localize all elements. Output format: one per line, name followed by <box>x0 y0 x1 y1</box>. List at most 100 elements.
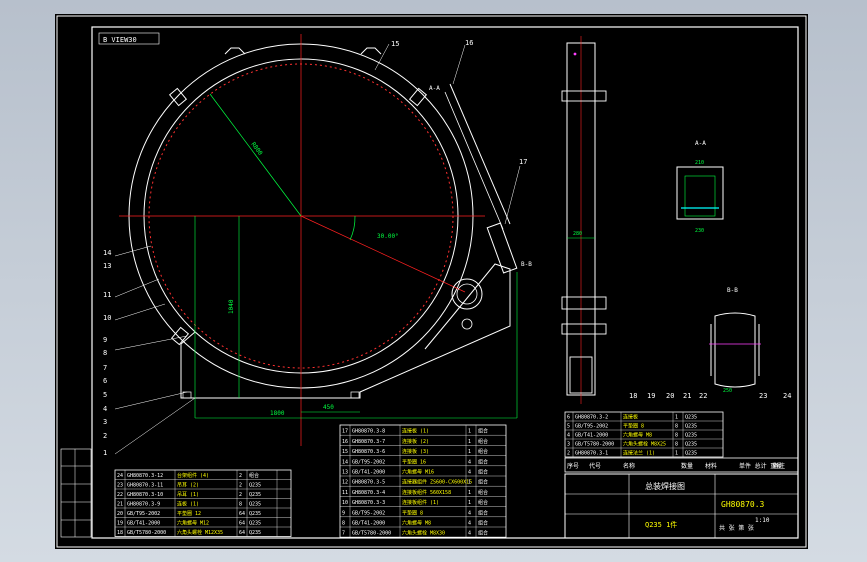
bom-mid-cell: GB/T5780-2000 <box>352 531 391 537</box>
bom-mid-cell: 13 <box>342 470 348 476</box>
bom-mid-cell: 组合 <box>478 489 488 496</box>
title-name: 总装焊接图 <box>645 481 685 491</box>
bom-right-cell: GH80870.3-2 <box>575 415 608 421</box>
bom-left-cell: 23 <box>117 483 123 489</box>
bom-mid-cell: 1 <box>468 439 471 445</box>
bom-right-header-cell: 代号 <box>589 462 601 470</box>
bom-left-cell: GB/T95-2002 <box>127 511 160 517</box>
balloon-8: 8 <box>103 349 107 357</box>
bom-right-cell: GH80870.3-1 <box>575 451 608 457</box>
bom-left-cell: GH80870.3-10 <box>127 492 163 498</box>
drawing-sheet[interactable]: B VIEW30 R800 30.00° 1040 1800 450 A-A B… <box>55 14 808 549</box>
bom-mid-cell: GB/T95-2002 <box>352 459 385 465</box>
bom-right-cell: 连接板 <box>623 414 638 421</box>
bom-mid-cell: 组合 <box>478 479 488 486</box>
bom-left-cell: 2 <box>239 473 242 479</box>
bom-left-cell: 64 <box>239 511 245 517</box>
bom-mid-cell: 连接板 (1) <box>402 428 429 435</box>
bom-right-cell: Q235 <box>685 442 697 448</box>
bom-mid-cell: 1 <box>468 449 471 455</box>
section-a-frame <box>676 166 724 220</box>
bom-mid-cell: GB/T41-2000 <box>352 521 385 527</box>
bom-mid-cell: 六角头螺栓 M8X30 <box>402 530 445 537</box>
balloon-21: 21 <box>683 392 691 400</box>
bom-mid-cell: 组合 <box>478 509 488 516</box>
cad-viewport[interactable]: B VIEW30 R800 30.00° 1040 1800 450 A-A B… <box>0 0 867 562</box>
bom-mid-cell: 连接板 (3) <box>402 448 429 455</box>
balloon-15: 15 <box>391 40 399 48</box>
bom-left-cell: GB/T41-2000 <box>127 521 160 527</box>
balloon-23: 23 <box>759 392 767 400</box>
bom-right-cell: Q235 <box>685 424 697 430</box>
section-a-dim-bottom: 230 <box>695 228 704 234</box>
bom-left-cell: GH80870.3-11 <box>127 483 163 489</box>
bom-mid-cell: 组合 <box>478 448 488 455</box>
leader-3 <box>114 391 188 410</box>
bom-mid-cell: 4 <box>468 459 471 465</box>
balloon-16: 16 <box>465 39 473 47</box>
outer-border <box>56 15 807 548</box>
bom-left-cell: 22 <box>117 492 123 498</box>
leader-15 <box>374 43 390 71</box>
bom-right-header-cell: 名称 <box>623 462 635 470</box>
bom-left-cell: 平垫圈 12 <box>177 510 201 517</box>
radius-dim: R800 <box>249 141 264 157</box>
bom-left-cell: Q235 <box>249 502 261 508</box>
section-mark-a: A-A <box>429 85 440 92</box>
bom-left-cell: 2 <box>239 483 242 489</box>
title-drawing-no: GH80870.3 <box>721 500 765 509</box>
side-dim: 280 <box>573 231 582 237</box>
bom-right-cell: 1 <box>675 415 678 421</box>
bom-left-cell: 64 <box>239 530 245 536</box>
left-stamp-frame <box>60 448 92 538</box>
bom-left-cell: 24 <box>117 473 123 479</box>
bom-mid-cell: 连接板 (2) <box>402 438 429 445</box>
angle-dim: 30.00° <box>377 233 399 240</box>
bom-mid-cell: 4 <box>468 521 471 527</box>
section-a-dim-top: 210 <box>695 160 704 166</box>
bom-left-cell: Q235 <box>249 483 261 489</box>
bom-mid-cell: GH80870.3-8 <box>352 429 385 435</box>
balloon-11: 11 <box>103 291 111 299</box>
leader-10 <box>114 303 166 321</box>
bom-left-cell: 六角头螺栓 M12X35 <box>177 529 223 536</box>
bom-mid-cell: 12 <box>342 480 348 486</box>
title-scale: 1:10 <box>755 517 770 524</box>
bom-left-cell: 组合 <box>249 472 259 479</box>
bom-mid-cell: 7 <box>342 531 345 537</box>
foot-right <box>350 391 360 399</box>
bom-left-cell: 18 <box>117 530 123 536</box>
balloon-22: 22 <box>699 392 707 400</box>
title-material: Q235 1件 <box>645 520 677 529</box>
lifting-lug-1 <box>224 47 246 55</box>
angle-arc <box>349 215 356 241</box>
bom-left-cell: 19 <box>117 521 123 527</box>
section-b-title: B-B <box>727 287 738 294</box>
outlet-flange <box>486 222 518 274</box>
tangent-housing <box>449 83 511 225</box>
bracket-2 <box>408 87 428 107</box>
bom-mid-cell: 组合 <box>478 469 488 476</box>
bom-left-cell: 六角螺母 M12 <box>177 520 209 527</box>
bottom-dim: 1800 <box>270 410 285 417</box>
bom-right-cell: 六角头螺栓 M8X25 <box>623 441 666 448</box>
bom-left-cell: 吊耳 (2) <box>177 483 199 489</box>
bom-mid-cell: 连接板组件 560X158 <box>402 489 451 496</box>
bom-mid-cell: 15 <box>342 449 348 455</box>
bom-left-cell: GB/T5780-2000 <box>127 530 166 536</box>
balloon-1: 1 <box>103 449 107 457</box>
bom-mid-cell: 17 <box>342 429 348 435</box>
bom-right-cell: GB/T5780-2000 <box>575 442 614 448</box>
leader-17 <box>504 165 521 225</box>
section-a-inner <box>684 175 716 217</box>
bom-right-cell: Q235 <box>685 451 697 457</box>
bom-right-header-cell: 备注 <box>773 462 785 470</box>
bom-left-cell: 8 <box>239 502 242 508</box>
lifting-lug-2 <box>360 47 382 55</box>
view-label: B VIEW30 <box>103 36 137 44</box>
bom-mid-cell: 连接板组件 (1) <box>402 499 439 506</box>
bom-mid-cell: 六角螺母 M16 <box>402 469 434 476</box>
bom-mid-cell: 1 <box>468 480 471 486</box>
balloon-7: 7 <box>103 364 107 372</box>
bom-right-cell: 平垫圈 8 <box>623 423 644 430</box>
